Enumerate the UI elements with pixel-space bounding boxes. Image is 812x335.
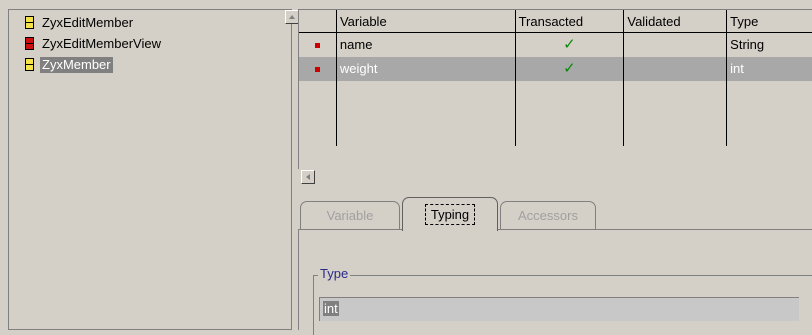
table-row[interactable]: name ✓ String	[299, 33, 812, 57]
check-icon: ✓	[563, 60, 576, 77]
variables-table: Variable Transacted Validated Type name …	[298, 9, 812, 169]
type-field[interactable]: int	[319, 297, 799, 321]
column-header-type[interactable]: Type	[727, 10, 812, 33]
class-item-zyxeditmemberview[interactable]: ZyxEditMemberView	[9, 33, 291, 54]
table-row[interactable]: weight ✓ int	[299, 57, 812, 81]
check-icon: ✓	[563, 36, 576, 53]
arrow-up-icon	[289, 15, 295, 19]
scroll-up-button[interactable]	[285, 10, 299, 24]
arrow-left-icon	[306, 174, 310, 180]
class-item-label: ZyxMember	[40, 56, 113, 73]
row-marker-icon	[314, 66, 320, 72]
typing-tab-panel: Type int	[298, 229, 812, 335]
table-empty-area	[299, 81, 812, 146]
class-list: ZyxEditMember ZyxEditMemberView ZyxMembe…	[9, 10, 291, 75]
empty-cell	[727, 81, 812, 146]
tab-label: Accessors	[518, 208, 578, 223]
class-yellow-icon	[25, 16, 34, 29]
tab-accessors[interactable]: Accessors	[500, 201, 596, 229]
class-item-label: ZyxEditMemberView	[42, 35, 161, 51]
scroll-left-button[interactable]	[301, 170, 315, 184]
horizontal-scrollbar[interactable]	[298, 170, 812, 184]
row-marker-icon	[314, 42, 320, 48]
table-header: Variable Transacted Validated Type	[299, 10, 812, 33]
tab-strip: Variable Typing Accessors	[298, 195, 812, 231]
cell-type: int	[727, 57, 812, 81]
class-yellow-icon	[25, 58, 34, 71]
cell-type: String	[730, 37, 765, 52]
type-field-value: int	[323, 301, 339, 316]
column-header-validated[interactable]: Validated	[624, 10, 728, 33]
class-red-icon	[25, 37, 34, 50]
cell-validated[interactable]	[624, 57, 728, 81]
tab-variable[interactable]: Variable	[300, 201, 400, 229]
empty-cell	[624, 81, 728, 146]
class-list-pane: ZyxEditMember ZyxEditMemberView ZyxMembe…	[8, 9, 299, 330]
empty-cell	[516, 81, 625, 146]
row-marker	[299, 33, 337, 57]
marker-column-header	[299, 10, 337, 33]
tab-label: Variable	[326, 208, 374, 223]
class-item-zyxmember[interactable]: ZyxMember	[9, 54, 291, 75]
column-header-variable[interactable]: Variable	[336, 10, 516, 33]
row-marker	[299, 57, 337, 81]
class-item-zyxeditmember[interactable]: ZyxEditMember	[9, 12, 291, 33]
cell-validated[interactable]	[624, 33, 728, 57]
tab-label: Typing	[424, 204, 476, 225]
empty-cell	[337, 81, 516, 146]
cell-variable: weight	[336, 57, 516, 81]
cell-transacted[interactable]: ✓	[515, 57, 625, 81]
cell-transacted[interactable]: ✓	[516, 33, 625, 57]
class-item-label: ZyxEditMember	[42, 14, 134, 30]
tab-typing[interactable]: Typing	[402, 197, 498, 231]
empty-cell	[299, 81, 337, 146]
group-title: Type	[318, 266, 351, 281]
cell-variable: name	[337, 33, 516, 57]
column-header-transacted[interactable]: Transacted	[515, 10, 625, 33]
member-editor: Variable Transacted Validated Type name …	[298, 9, 812, 335]
